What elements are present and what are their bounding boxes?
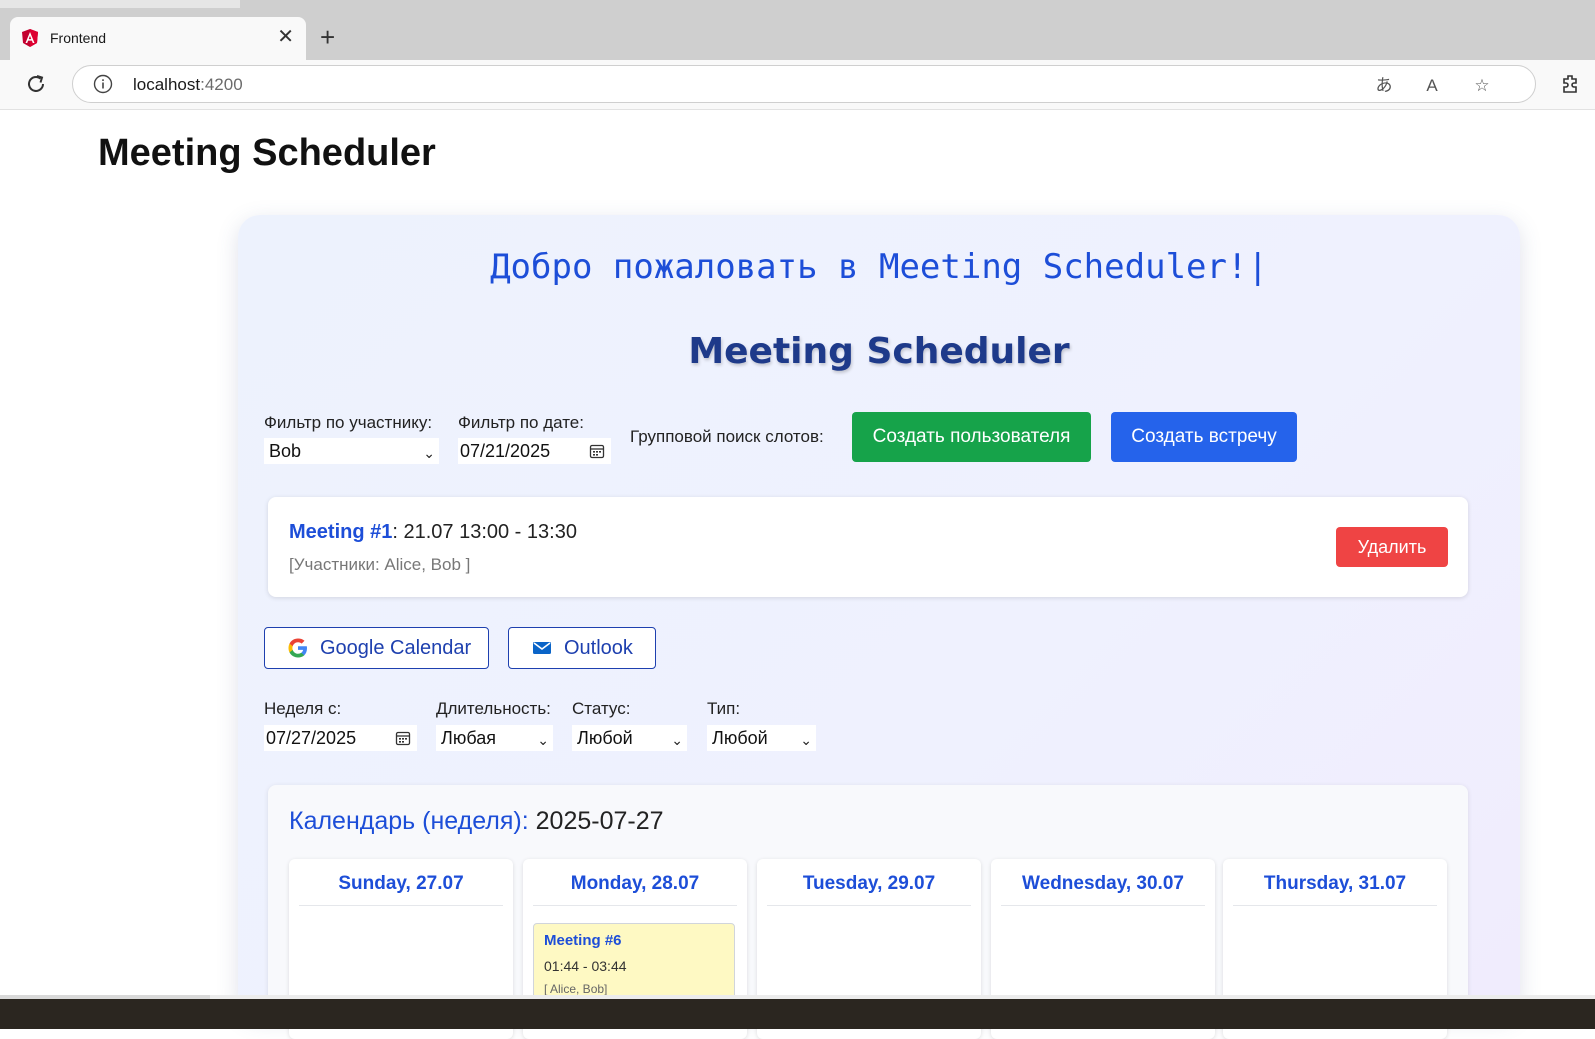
week-start-label: Неделя с:: [264, 699, 342, 718]
welcome-text: Добро пожаловать в Meeting Scheduler!: [490, 247, 1248, 287]
horizontal-scrollbar-thumb[interactable]: [210, 995, 1595, 999]
outlook-button[interactable]: Outlook: [508, 627, 656, 669]
duration-label: Длительность:: [436, 699, 551, 718]
week-start-value: 07/27/2025: [266, 728, 357, 748]
welcome-banner: Добро пожаловать в Meeting Scheduler!|: [238, 247, 1520, 287]
meeting-participants: [Участники: Alice, Bob ]: [289, 555, 471, 574]
favorite-star-icon[interactable]: ☆: [1471, 75, 1493, 97]
calendar-icon[interactable]: [589, 443, 605, 459]
status-select[interactable]: Любой ⌄: [572, 725, 687, 751]
delete-meeting-button[interactable]: Удалить: [1336, 527, 1448, 567]
angular-icon: [22, 29, 38, 47]
close-tab-icon[interactable]: ✕: [277, 27, 294, 47]
mail-icon: [533, 642, 551, 654]
day-header: Sunday, 27.07: [299, 873, 503, 906]
google-calendar-label: Google Calendar: [320, 637, 472, 659]
calendar-title-label: Календарь (неделя):: [289, 807, 529, 835]
address-bar[interactable]: localhost:4200 あ A ☆: [72, 65, 1536, 103]
status-value: Любой: [577, 728, 633, 748]
tabstrip-edge: [0, 0, 240, 8]
meeting-item: Meeting #1: 21.07 13:00 - 13:30 [Участни…: [268, 497, 1468, 597]
meeting-name[interactable]: Meeting #1: [289, 521, 392, 543]
participant-filter-label: Фильтр по участнику:: [264, 413, 433, 432]
tab-title: Frontend: [50, 30, 107, 46]
date-filter-value: 07/21/2025: [460, 441, 551, 461]
new-tab-icon[interactable]: +: [320, 24, 335, 50]
scheduler-card: Добро пожаловать в Meeting Scheduler!| M…: [238, 215, 1520, 1039]
week-start-input[interactable]: 07/27/2025: [264, 725, 417, 751]
duration-value: Любая: [441, 728, 496, 748]
chevron-down-icon: ⌄: [537, 732, 549, 748]
type-select[interactable]: Любой ⌄: [707, 725, 816, 751]
type-label: Тип:: [707, 699, 741, 718]
info-icon[interactable]: [93, 74, 113, 94]
day-header: Monday, 28.07: [533, 873, 737, 906]
typing-cursor: |: [1247, 247, 1268, 287]
browser-toolbar: localhost:4200 あ A ☆: [0, 60, 1595, 110]
app-title: Meeting Scheduler: [688, 331, 1070, 372]
week-calendar: Календарь (неделя): 2025-07-27 Sunday, 2…: [268, 785, 1468, 1039]
google-icon: [288, 638, 307, 658]
extensions-icon[interactable]: [1560, 73, 1582, 95]
chevron-down-icon: ⌄: [423, 445, 435, 461]
status-label: Статус:: [572, 699, 631, 718]
event-participants: [ Alice, Bob]: [544, 982, 608, 996]
read-aloud-icon[interactable]: A: [1421, 75, 1443, 97]
calendar-icon[interactable]: [395, 730, 411, 746]
chevron-down-icon: ⌄: [671, 732, 683, 748]
calendar-title-date: 2025-07-27: [528, 807, 664, 835]
create-user-button[interactable]: Создать пользователя: [852, 412, 1091, 462]
url-host: localhost: [133, 75, 201, 94]
google-calendar-button[interactable]: Google Calendar: [264, 627, 489, 669]
day-header: Wednesday, 30.07: [1001, 873, 1205, 906]
translate-icon[interactable]: あ: [1373, 75, 1395, 97]
duration-select[interactable]: Любая ⌄: [436, 725, 553, 751]
event-time: 01:44 - 03:44: [544, 958, 627, 974]
os-taskbar: [0, 995, 1595, 1029]
browser-tabstrip: Frontend ✕ +: [0, 0, 1595, 60]
reload-icon[interactable]: [24, 72, 48, 96]
calendar-title: Календарь (неделя): 2025-07-27: [289, 807, 664, 836]
participant-filter-select[interactable]: Bob ⌄: [264, 438, 439, 464]
type-value: Любой: [712, 728, 768, 748]
date-filter-label: Фильтр по дате:: [458, 413, 584, 432]
page-title: Meeting Scheduler: [98, 132, 436, 174]
meeting-summary: Meeting #1: 21.07 13:00 - 13:30: [289, 521, 577, 544]
date-filter-input[interactable]: 07/21/2025: [458, 438, 611, 464]
event-title: Meeting #6: [544, 932, 622, 949]
create-meeting-button[interactable]: Создать встречу: [1111, 412, 1297, 462]
day-header: Thursday, 31.07: [1233, 873, 1437, 906]
group-search-label: Групповой поиск слотов:: [630, 427, 824, 446]
participant-filter-value: Bob: [269, 441, 302, 461]
outlook-label: Outlook: [564, 637, 633, 659]
day-header: Tuesday, 29.07: [767, 873, 971, 906]
chevron-down-icon: ⌄: [800, 732, 812, 748]
browser-tab[interactable]: Frontend ✕: [10, 17, 306, 60]
url-port: :4200: [200, 75, 243, 94]
meeting-time: : 21.07 13:00 - 13:30: [392, 521, 577, 543]
url-text: localhost:4200: [133, 75, 243, 95]
